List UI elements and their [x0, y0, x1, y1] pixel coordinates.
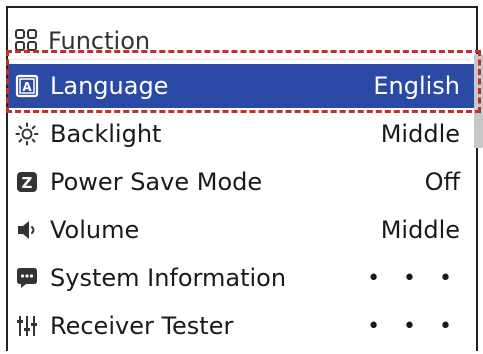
menu-item-value: Middle	[380, 216, 460, 244]
menu-item-volume[interactable]: Volume Middle	[8, 208, 474, 252]
menu-item-backlight[interactable]: Backlight Middle	[8, 112, 474, 156]
menu-header: Function	[14, 24, 150, 58]
sliders-icon	[14, 313, 40, 339]
menu-item-language[interactable]: A Language English	[8, 64, 474, 108]
menu-item-label: Power Save Mode	[50, 168, 263, 196]
menu-item-label: System Information	[50, 264, 287, 292]
menu-item-value: Off	[424, 168, 460, 196]
grid-icon	[14, 28, 40, 54]
menu-item-label: Language	[50, 72, 169, 100]
menu-item-power-save-mode[interactable]: Z Power Save Mode Off	[8, 160, 474, 204]
chat-bubble-icon	[14, 265, 40, 291]
language-icon: A	[14, 73, 40, 99]
menu-item-receiver-tester[interactable]: Receiver Tester • • •	[8, 304, 474, 348]
menu-item-value: Middle	[380, 120, 460, 148]
svg-text:Z: Z	[22, 174, 33, 192]
svg-text:A: A	[22, 80, 32, 94]
menu-title: Function	[48, 27, 151, 55]
menu-item-system-information[interactable]: System Information • • •	[8, 256, 474, 300]
menu-item-value: • • •	[367, 313, 460, 339]
sun-icon	[14, 121, 40, 147]
function-menu-screen: Function A Language English Backlight Mi…	[0, 0, 483, 354]
speaker-icon	[14, 217, 40, 243]
menu-item-label: Backlight	[50, 120, 162, 148]
menu-item-value: • • •	[367, 265, 460, 291]
menu-item-label: Receiver Tester	[50, 312, 234, 340]
menu-item-value: English	[373, 72, 460, 100]
scrollbar-thumb[interactable]	[474, 54, 483, 148]
menu-item-label: Volume	[50, 216, 140, 244]
header-divider	[8, 59, 470, 60]
power-save-icon: Z	[14, 169, 40, 195]
